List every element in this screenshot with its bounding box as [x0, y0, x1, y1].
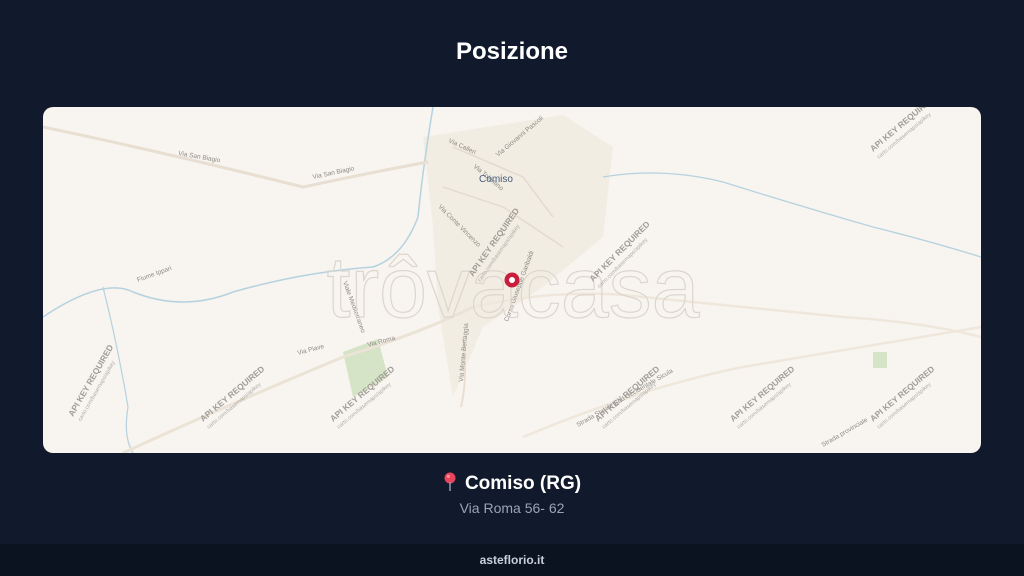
footer-site[interactable]: asteflorio.it	[0, 544, 1024, 576]
road	[43, 125, 429, 189]
api-key-notice: API KEY REQUIREDcarto.com/basemaps/apike…	[868, 107, 937, 160]
location-title: Comiso (RG)	[0, 472, 1024, 495]
api-key-notice: API KEY REQUIREDcarto.com/basemaps/apike…	[66, 343, 117, 423]
street-label: Via Piave	[297, 343, 326, 357]
street-label: Strada provinciale	[821, 416, 870, 448]
street-label: Fiume Ippari	[136, 265, 172, 284]
park-area	[873, 352, 887, 368]
svg-text:API KEY REQUIRED: API KEY REQUIRED	[728, 364, 797, 424]
map-pin-icon	[444, 472, 456, 491]
location-address: Via Roma 56- 62	[459, 500, 565, 516]
api-key-notice: API KEY REQUIREDcarto.com/basemaps/apike…	[593, 364, 662, 431]
page-title: Posizione	[455, 38, 569, 65]
map-view[interactable]: Via San Biagio Via San Biagio Via Calleri V…	[43, 107, 981, 453]
watermark: trôvacasa	[327, 240, 700, 336]
svg-text:API KEY REQUIRED: API KEY REQUIRED	[868, 364, 937, 424]
api-key-notice: API KEY REQUIREDcarto.com/basemaps/apike…	[198, 364, 267, 431]
location-city: Comiso (RG)	[464, 473, 582, 494]
city-label: Comiso	[479, 174, 513, 185]
street-label: Via Roma	[367, 335, 397, 349]
svg-text:API KEY REQUIRED: API KEY REQUIRED	[593, 364, 662, 424]
api-key-notice: API KEY REQUIREDcarto.com/basemaps/apike…	[728, 364, 797, 431]
location-marker-icon[interactable]	[504, 272, 520, 288]
map-canvas[interactable]: Via San BiagioVia San BiagioVia Calleri V…	[43, 107, 981, 453]
api-key-notice: API KEY REQUIREDcarto.com/basemaps/apike…	[868, 364, 937, 431]
